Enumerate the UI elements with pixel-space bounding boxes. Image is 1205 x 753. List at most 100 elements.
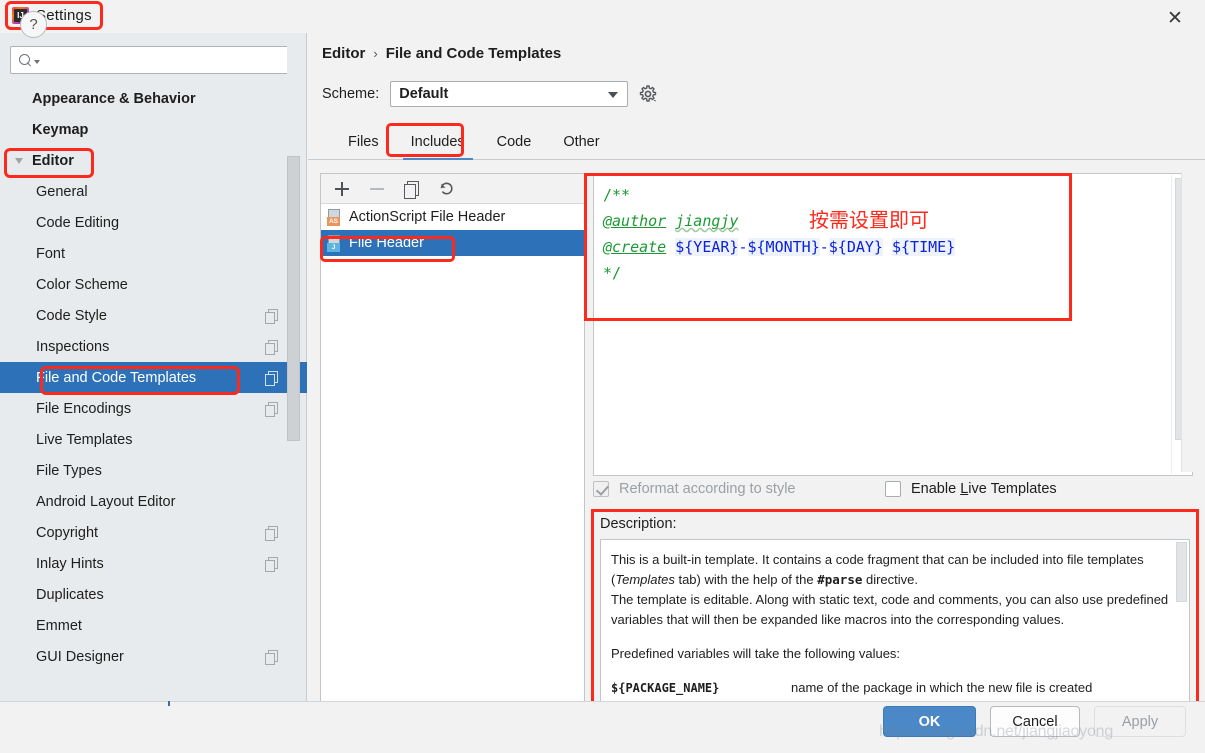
- enable-live-templates-label: Enable Live Templates: [911, 481, 1057, 497]
- sidebar-item-label: Keymap: [32, 121, 89, 138]
- close-icon[interactable]: ✕: [1157, 4, 1193, 32]
- list-item[interactable]: J File Header: [321, 230, 584, 256]
- sidebar-item-label: File and Code Templates: [36, 369, 197, 386]
- list-item-label: File Header: [349, 235, 424, 251]
- settings-tree: Appearance & Behavior Keymap Editor General…: [0, 83, 307, 701]
- code-line: */: [603, 260, 1170, 286]
- plus-icon[interactable]: [333, 180, 350, 197]
- sidebar-item-color-scheme[interactable]: Color Scheme: [0, 269, 307, 300]
- desc-p1-em: Templates: [615, 572, 675, 587]
- sidebar-item-appearance-behavior[interactable]: Appearance & Behavior: [0, 83, 307, 114]
- sidebar-item-label: Duplicates: [36, 586, 104, 603]
- code-token: ${TIME}: [892, 238, 956, 256]
- sidebar-item-file-encodings[interactable]: File Encodings: [0, 393, 307, 424]
- template-file-icon: J: [327, 234, 342, 252]
- sidebar-item-file-and-code-templates[interactable]: File and Code Templates: [0, 362, 307, 393]
- tab-files[interactable]: Files: [332, 134, 395, 159]
- sidebar-item-editor[interactable]: Editor: [0, 145, 307, 176]
- sidebar-item-android-layout-editor[interactable]: Android Layout Editor: [0, 486, 307, 517]
- scope-copy-icon: [265, 650, 278, 665]
- search-icon: [19, 53, 32, 67]
- chevron-down-icon[interactable]: [14, 154, 28, 168]
- sidebar-item-inspections[interactable]: Inspections: [0, 331, 307, 362]
- variable-description: name of the package in which the new fil…: [791, 680, 1093, 695]
- description-text: This is a built-in template. It contains…: [601, 540, 1189, 698]
- sidebar-item-label: Code Style: [36, 307, 107, 324]
- code-token: -: [738, 238, 748, 256]
- code-token: ${DAY}: [828, 238, 883, 256]
- search-input[interactable]: [10, 46, 297, 74]
- variable-name: ${PACKAGE_NAME}: [611, 681, 720, 695]
- reformat-checkbox-group[interactable]: Reformat according to style: [593, 481, 893, 497]
- annotation-note-chinese: 按需设置即可: [809, 208, 929, 232]
- code-token: */: [603, 264, 622, 282]
- code-token: ${MONTH}: [747, 238, 820, 256]
- reformat-checkbox: [593, 481, 609, 497]
- sidebar-item-label: File Encodings: [36, 400, 132, 417]
- sidebar-item-code-style[interactable]: Code Style: [0, 300, 307, 331]
- sidebar-item-label: Editor: [32, 152, 74, 169]
- undo-icon[interactable]: [438, 180, 455, 197]
- template-file-icon: AS: [327, 208, 342, 226]
- scheme-value: Default: [399, 86, 449, 102]
- scheme-label: Scheme:: [322, 86, 380, 102]
- sidebar-item-font[interactable]: Font: [0, 238, 307, 269]
- scheme-select[interactable]: Default: [390, 81, 629, 107]
- description-paragraph-1: This is a built-in template. It contains…: [611, 550, 1175, 590]
- sidebar-item-label: Inlay Hints: [36, 555, 104, 572]
- tab-other[interactable]: Other: [547, 134, 615, 159]
- sidebar-item-copyright[interactable]: Copyright: [0, 517, 307, 548]
- breadcrumb-parent[interactable]: Editor: [322, 45, 365, 62]
- breadcrumb: Editor › File and Code Templates: [322, 45, 561, 62]
- description-paragraph-3: Predefined variables will take the follo…: [611, 646, 901, 661]
- desc-p1-code: #parse: [817, 572, 863, 587]
- sidebar-item-inlay-hints[interactable]: Inlay Hints: [0, 548, 307, 579]
- chevron-down-icon[interactable]: [608, 92, 619, 98]
- code-token: ${YEAR}: [675, 238, 739, 256]
- sidebar-item-emmet[interactable]: Emmet: [0, 610, 307, 641]
- enable-live-templates-checkbox-group[interactable]: Enable Live Templates: [885, 481, 1057, 497]
- gear-icon[interactable]: [639, 85, 657, 103]
- tab-includes[interactable]: Includes: [395, 134, 481, 160]
- description-scrollbar-thumb[interactable]: [1176, 542, 1187, 602]
- code-token: -: [819, 238, 829, 256]
- sidebar-scrollbar-thumb[interactable]: [287, 156, 300, 441]
- settings-sidebar: Appearance & Behavior Keymap Editor General…: [0, 33, 307, 701]
- bottom-accent-marker: [168, 701, 170, 706]
- scope-copy-icon: [265, 309, 278, 324]
- sidebar-item-gui-designer[interactable]: GUI Designer: [0, 641, 307, 672]
- enable-live-templates-checkbox[interactable]: [885, 481, 901, 497]
- scope-copy-icon: [265, 371, 278, 386]
- breadcrumb-current: File and Code Templates: [385, 45, 562, 62]
- sidebar-item-keymap[interactable]: Keymap: [0, 114, 307, 145]
- sidebar-item-live-templates[interactable]: Live Templates: [0, 424, 307, 455]
- help-icon[interactable]: ?: [20, 11, 47, 38]
- sidebar-item-label: File Types: [36, 462, 102, 479]
- description-body[interactable]: This is a built-in template. It contains…: [600, 539, 1190, 707]
- list-item[interactable]: AS ActionScript File Header: [321, 204, 584, 230]
- settings-detail-pane: Editor › File and Code Templates Scheme:…: [308, 33, 1205, 717]
- predefined-variable-row: ${PACKAGE_NAME} name of the package in w…: [611, 678, 1175, 698]
- scope-copy-icon: [265, 402, 278, 417]
- sidebar-item-code-editing[interactable]: Code Editing: [0, 207, 307, 238]
- minus-icon[interactable]: [368, 180, 385, 197]
- copy-icon[interactable]: [403, 180, 420, 199]
- search-dropdown-icon[interactable]: [34, 60, 40, 64]
- sidebar-item-file-types[interactable]: File Types: [0, 455, 307, 486]
- sidebar-item-label: Emmet: [36, 617, 82, 634]
- sidebar-item-general[interactable]: General: [0, 176, 307, 207]
- template-code-editor[interactable]: /** @author jiangjy @create ${YEAR}-${MONT…: [593, 173, 1193, 476]
- tab-code[interactable]: Code: [481, 134, 548, 159]
- sidebar-item-duplicates[interactable]: Duplicates: [0, 579, 307, 610]
- detail-pane-scrollbar[interactable]: [1181, 172, 1197, 472]
